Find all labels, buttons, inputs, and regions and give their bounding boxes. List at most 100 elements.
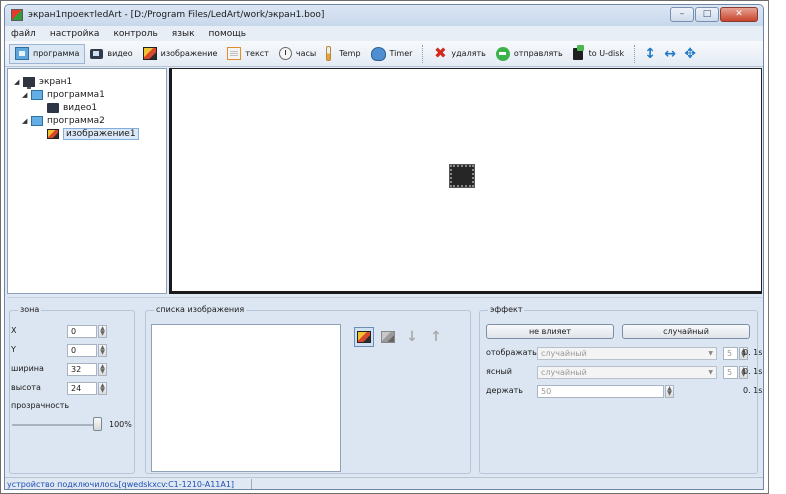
menu-control[interactable]: контроль [113,29,157,39]
tree-node-image1[interactable]: изображение1 [47,127,139,140]
add-timer-button[interactable]: Timer [366,44,418,64]
app-icon [11,9,23,21]
image-list-group: списка изображения ↓ ↑ [145,305,471,474]
hold-label: держать [486,386,524,395]
clear-effect-value: случайный [541,368,587,377]
menu-file[interactable]: файл [11,29,36,39]
expand-arrow-icon[interactable]: ◢ [22,91,31,99]
project-tree: ◢ экран1 ◢ программа1 видео1 ◢ программа… [7,68,167,294]
y-stepper-icon[interactable]: ▲ ▼ [98,344,107,357]
display-speed-input[interactable]: 5 [723,347,738,360]
display-effect-select[interactable]: случайный ▼ [537,347,717,360]
width-stepper-icon[interactable]: ▲ ▼ [98,363,107,376]
x-label: X [11,326,17,335]
display-label: отображать [486,348,537,357]
add-image-to-list-button[interactable] [354,327,374,347]
menu-help[interactable]: помощь [209,29,246,39]
tree-node-screen[interactable]: ◢ экран1 [14,75,72,89]
add-image-icon [357,331,371,343]
tree-label-video1: видео1 [63,102,98,113]
clear-unit-label: 0. 1s [743,367,763,376]
replace-image-button[interactable] [378,327,398,347]
connection-status: устройство подключилось[qwedskxcv:C1-121… [7,480,235,489]
minimize-button[interactable]: – [670,7,694,22]
close-button[interactable]: ✕ [720,7,758,22]
export-udisk-button[interactable]: to U-disk [568,44,629,64]
expand-arrow-icon[interactable]: ◢ [22,117,31,125]
image-list-group-title: списка изображения [154,305,247,314]
image-area-element[interactable] [450,165,474,187]
delete-x-icon: ✖ [434,44,447,62]
add-video-button[interactable]: видео [85,44,137,64]
send-label: отправлять [513,49,563,58]
add-temp-button[interactable]: Temp [321,44,365,64]
timer-icon [370,46,386,61]
tree-node-program1[interactable]: ◢ программа1 [22,88,105,101]
text-icon [227,47,242,60]
app-window: экран1проектledArt - [D:/Program Files/L… [4,4,764,490]
height-label: высота [11,383,41,392]
add-clock-button[interactable]: часы [274,44,321,64]
menu-settings[interactable]: настройка [50,29,100,39]
width-label: ширина [11,364,44,373]
maximize-button[interactable]: □ [695,7,719,22]
title-bar[interactable]: экран1проектledArt - [D:/Program Files/L… [5,5,763,26]
tree-node-video1[interactable]: видео1 [47,101,97,114]
zone-group: зона X 0 ▲ ▼ Y 0 ▲ ▼ ширина 32 ▲ ▼ высота 2… [9,305,135,474]
display-unit-label: 0. 1s [743,348,763,357]
clear-speed-input[interactable]: 5 [723,366,738,379]
opacity-slider-track[interactable] [12,424,102,426]
export-udisk-label: to U-disk [588,49,625,58]
hold-input[interactable]: 50 [537,385,664,398]
no-effect-button[interactable]: не влияет [486,324,614,339]
toolbar-separator [422,44,424,63]
stretch-horizontal-icon[interactable]: ↔ [660,46,680,62]
monitor-icon [23,76,35,89]
add-program-button[interactable]: программа [9,43,86,64]
display-effect-value: случайный [541,349,587,358]
tree-node-program2[interactable]: ◢ программа2 [22,114,105,127]
stretch-vertical-icon[interactable]: ↕ [640,46,660,62]
delete-button[interactable]: ✖ удалять [428,44,490,64]
image-list-box[interactable] [151,324,341,472]
add-clock-label: часы [295,49,317,58]
toolbar: программа видео изображение текст часы T… [5,41,763,67]
send-arrow-icon [495,46,510,61]
image-icon [47,128,59,139]
hold-stepper-icon[interactable]: ▲ ▼ [665,385,674,398]
width-input[interactable]: 32 [67,363,97,376]
x-stepper-icon[interactable]: ▲ ▼ [98,325,107,338]
height-input[interactable]: 24 [67,382,97,395]
opacity-label: прозрачность [11,401,70,410]
clear-effect-select[interactable]: случайный ▼ [537,366,717,379]
effect-group-title: эффект [488,305,525,314]
video-icon [90,48,104,59]
screen-canvas[interactable] [169,68,762,294]
chevron-down-icon: ▼ [708,350,713,357]
opacity-value: 100% [109,420,132,429]
thermometer-icon [326,46,332,61]
clear-label: ясный [486,367,512,376]
program-icon [31,89,43,100]
add-text-button[interactable]: текст [222,44,273,64]
move-down-button[interactable]: ↓ [402,327,422,347]
program-icon [31,115,43,126]
opacity-slider-handle[interactable] [93,417,102,431]
x-input[interactable]: 0 [67,325,97,338]
properties-panel: зона X 0 ▲ ▼ Y 0 ▲ ▼ ширина 32 ▲ ▼ высота 2… [7,297,762,476]
clock-icon [278,47,292,60]
image-icon [142,47,157,60]
expand-arrow-icon[interactable]: ◢ [14,78,23,86]
y-input[interactable]: 0 [67,344,97,357]
video-icon [47,102,59,113]
tree-label-program1: программа1 [47,89,105,100]
random-effect-button[interactable]: случайный [622,324,750,339]
move-up-button[interactable]: ↑ [426,327,446,347]
move-icon[interactable]: ✥ [680,46,700,62]
window-controls: – □ ✕ [670,7,758,22]
menu-language[interactable]: язык [172,29,195,39]
send-button[interactable]: отправлять [491,44,568,64]
add-image-button[interactable]: изображение [138,44,223,64]
window-title: экран1проектledArt - [D:/Program Files/L… [28,10,325,20]
height-stepper-icon[interactable]: ▲ ▼ [98,382,107,395]
